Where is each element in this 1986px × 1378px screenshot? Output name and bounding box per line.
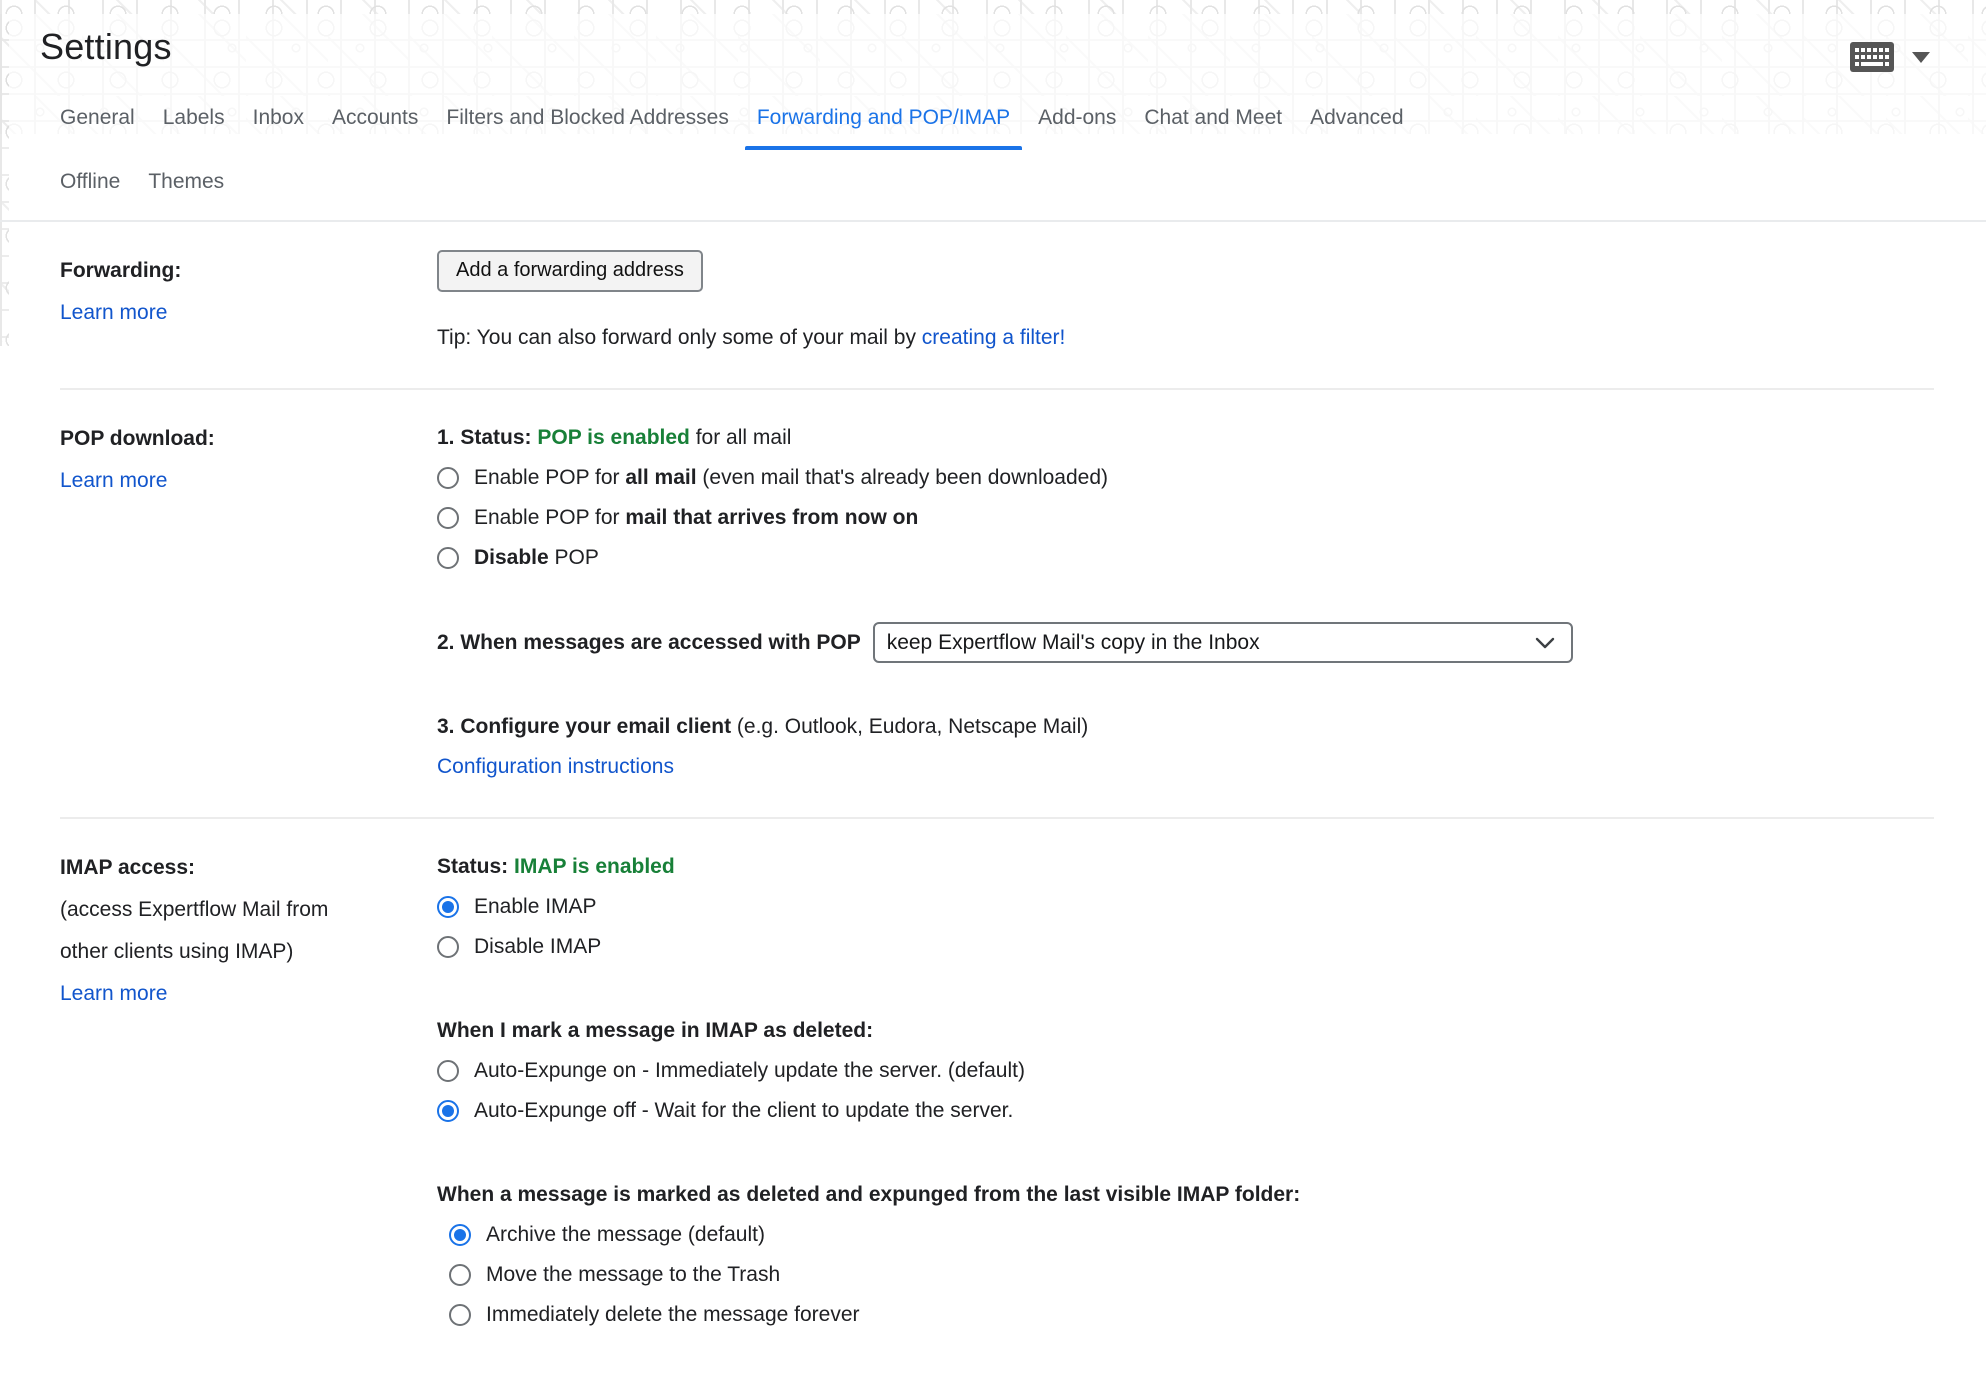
- forwarding-learn-more-link[interactable]: Learn more: [60, 301, 167, 324]
- pop-section-label: POP download: Learn more: [60, 418, 437, 787]
- forwarding-section-body: Add a forwarding address Tip: You can al…: [437, 250, 1934, 358]
- settings-tabs: General Labels Inbox Accounts Filters an…: [0, 100, 1986, 204]
- settings-header: Settings: [0, 0, 1986, 76]
- tab-row-1: General Labels Inbox Accounts Filters an…: [46, 100, 1986, 150]
- pop-option-label: Enable POP for mail that arrives from no…: [474, 498, 918, 538]
- tab-add-ons[interactable]: Add-ons: [1024, 100, 1130, 150]
- pop-option-label: Disable POP: [474, 538, 599, 578]
- input-method-button[interactable]: [1846, 38, 1934, 76]
- page-title: Settings: [40, 26, 172, 68]
- imap-option-label: Archive the message (default): [486, 1215, 765, 1255]
- imap-status-prefix: Status:: [437, 855, 514, 878]
- radio-button-checked-icon[interactable]: [437, 896, 459, 918]
- tab-themes[interactable]: Themes: [134, 164, 238, 204]
- tab-forwarding-and-pop-imap[interactable]: Forwarding and POP/IMAP: [743, 100, 1024, 150]
- imap-access-label: IMAP access:: [60, 847, 377, 889]
- imap-option-auto-expunge-on[interactable]: Auto-Expunge on - Immediately update the…: [437, 1051, 1934, 1091]
- forwarding-section: Forwarding: Learn more Add a forwarding …: [60, 222, 1934, 388]
- pop-status-prefix: 1. Status:: [437, 426, 537, 449]
- imap-option-move-to-trash[interactable]: Move the message to the Trash: [449, 1255, 1934, 1295]
- imap-option-label: Auto-Expunge on - Immediately update the…: [474, 1051, 1025, 1091]
- pop-option-enable-from-now-on[interactable]: Enable POP for mail that arrives from no…: [437, 498, 1934, 538]
- pop-status-value: POP is enabled: [537, 426, 690, 449]
- add-forwarding-address-button[interactable]: Add a forwarding address: [437, 250, 703, 292]
- tab-advanced[interactable]: Advanced: [1296, 100, 1417, 150]
- radio-button-icon[interactable]: [449, 1264, 471, 1286]
- imap-option-delete-forever[interactable]: Immediately delete the message forever: [449, 1295, 1934, 1335]
- imap-section-body: Status: IMAP is enabled Enable IMAP Disa…: [437, 847, 1934, 1335]
- tab-row-2: Offline Themes: [46, 164, 1986, 204]
- imap-option-archive[interactable]: Archive the message (default): [449, 1215, 1934, 1255]
- radio-button-checked-icon[interactable]: [449, 1224, 471, 1246]
- pop-access-selected-value: keep Expertflow Mail's copy in the Inbox: [887, 623, 1260, 663]
- tab-accounts[interactable]: Accounts: [318, 100, 432, 150]
- forwarding-tip: Tip: You can also forward only some of y…: [437, 318, 1934, 358]
- imap-option-auto-expunge-off[interactable]: Auto-Expunge off - Wait for the client t…: [437, 1091, 1934, 1131]
- tab-filters-and-blocked-addresses[interactable]: Filters and Blocked Addresses: [432, 100, 742, 150]
- pop-option-disable[interactable]: Disable POP: [437, 538, 1934, 578]
- pop-access-label: 2. When messages are accessed with POP: [437, 623, 861, 663]
- pop-download-label: POP download:: [60, 418, 377, 460]
- radio-button-icon[interactable]: [437, 467, 459, 489]
- imap-option-label: Disable IMAP: [474, 927, 601, 967]
- tab-labels[interactable]: Labels: [149, 100, 239, 150]
- imap-option-label: Move the message to the Trash: [486, 1255, 780, 1295]
- pop-status-line: 1. Status: POP is enabled for all mail: [437, 418, 1934, 458]
- tab-inbox[interactable]: Inbox: [239, 100, 318, 150]
- tab-chat-and-meet[interactable]: Chat and Meet: [1130, 100, 1296, 150]
- radio-button-checked-icon[interactable]: [437, 1100, 459, 1122]
- imap-expunge-heading: When a message is marked as deleted and …: [437, 1175, 1934, 1215]
- forwarding-label: Forwarding:: [60, 250, 377, 292]
- imap-option-disable[interactable]: Disable IMAP: [437, 927, 1934, 967]
- arrow-drop-down-icon: [1912, 52, 1930, 63]
- imap-status-line: Status: IMAP is enabled: [437, 847, 1934, 887]
- radio-button-icon[interactable]: [437, 1060, 459, 1082]
- pop-option-label: Enable POP for all mail (even mail that'…: [474, 458, 1108, 498]
- imap-access-section: IMAP access: (access Expertflow Mail fro…: [60, 817, 1934, 1365]
- imap-section-label: IMAP access: (access Expertflow Mail fro…: [60, 847, 437, 1335]
- pop-configure-bold: 3. Configure your email client: [437, 715, 731, 738]
- radio-button-icon[interactable]: [437, 547, 459, 569]
- imap-access-caption: (access Expertflow Mail from other clien…: [60, 889, 360, 973]
- tab-general[interactable]: General: [46, 100, 149, 150]
- pop-status-suffix: for all mail: [690, 426, 792, 449]
- pop-option-enable-all-mail[interactable]: Enable POP for all mail (even mail that'…: [437, 458, 1934, 498]
- radio-button-icon[interactable]: [437, 936, 459, 958]
- pop-configure-rest: (e.g. Outlook, Eudora, Netscape Mail): [731, 715, 1088, 738]
- imap-option-label: Enable IMAP: [474, 887, 597, 927]
- imap-learn-more-link[interactable]: Learn more: [60, 982, 167, 1005]
- forwarding-tip-text: Tip: You can also forward only some of y…: [437, 326, 922, 349]
- pop-access-select[interactable]: keep Expertflow Mail's copy in the Inbox: [873, 622, 1573, 663]
- imap-option-label: Immediately delete the message forever: [486, 1295, 860, 1335]
- settings-page: Settings: [0, 0, 1986, 1365]
- creating-a-filter-link[interactable]: creating a filter!: [922, 326, 1066, 349]
- forwarding-section-label: Forwarding: Learn more: [60, 250, 437, 358]
- pop-learn-more-link[interactable]: Learn more: [60, 469, 167, 492]
- imap-status-value: IMAP is enabled: [514, 855, 675, 878]
- radio-button-icon[interactable]: [437, 507, 459, 529]
- configuration-instructions-link[interactable]: Configuration instructions: [437, 755, 674, 778]
- pop-download-section: POP download: Learn more 1. Status: POP …: [60, 388, 1934, 817]
- chevron-down-icon: [1535, 623, 1555, 663]
- tab-offline[interactable]: Offline: [46, 164, 134, 204]
- imap-deleted-heading: When I mark a message in IMAP as deleted…: [437, 1011, 1934, 1051]
- imap-option-label: Auto-Expunge off - Wait for the client t…: [474, 1091, 1013, 1131]
- radio-button-icon[interactable]: [449, 1304, 471, 1326]
- keyboard-icon: [1850, 42, 1894, 72]
- pop-configure-line: 3. Configure your email client (e.g. Out…: [437, 707, 1934, 747]
- pop-access-row: 2. When messages are accessed with POP k…: [437, 622, 1934, 663]
- pop-section-body: 1. Status: POP is enabled for all mail E…: [437, 418, 1934, 787]
- imap-option-enable[interactable]: Enable IMAP: [437, 887, 1934, 927]
